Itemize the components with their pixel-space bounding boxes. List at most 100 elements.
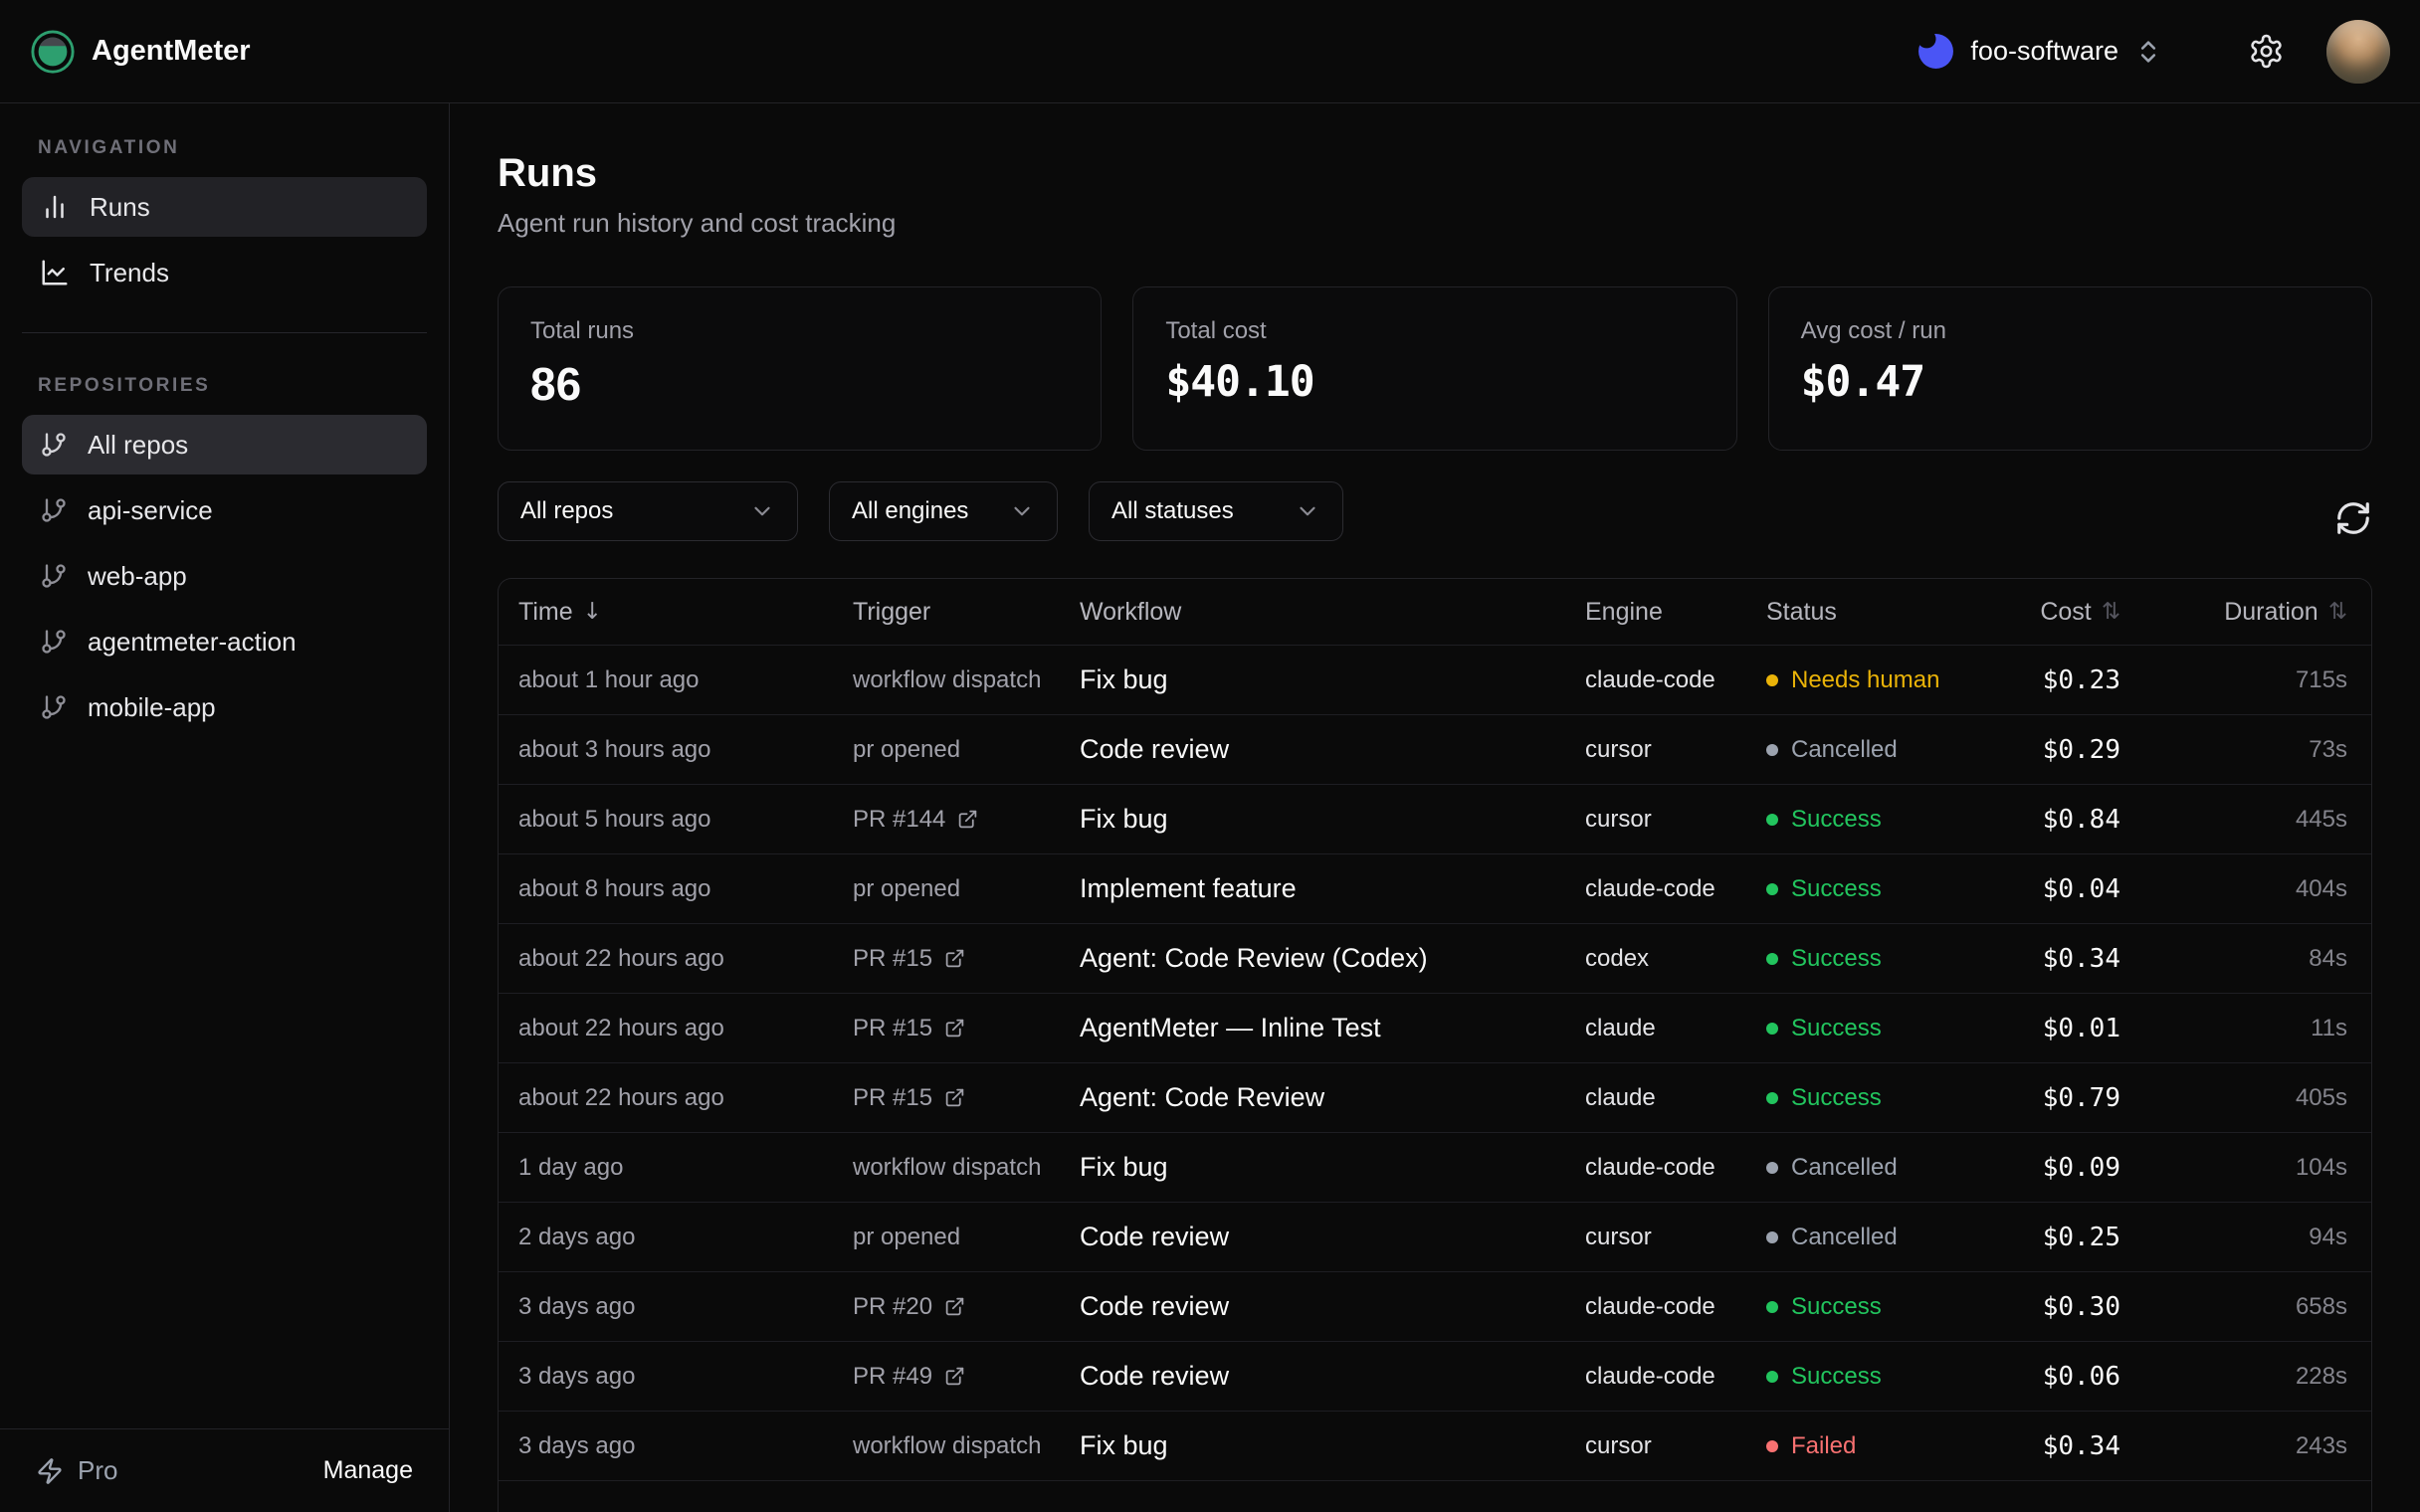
- runs-table: Time↓ Trigger Workflow Engine Status Cos…: [498, 578, 2372, 1512]
- trigger-label: PR #144: [853, 806, 945, 834]
- status-dot: [1766, 1162, 1778, 1174]
- cell-workflow: Fix bug: [1080, 664, 1585, 695]
- cell-status: Cancelled: [1766, 736, 1981, 764]
- sidebar: NAVIGATION Runs Trends REPOSITORIES All …: [0, 103, 450, 1512]
- status-label: Success: [1791, 1015, 1882, 1042]
- stat-value: $0.47: [1801, 357, 2339, 407]
- sidebar-item-label: All repos: [88, 430, 188, 461]
- column-header-trigger: Trigger: [853, 598, 1080, 627]
- chevron-down-icon: [1009, 498, 1035, 524]
- table-row[interactable]: 3 days ago PR #20 Code review claude-cod…: [499, 1271, 2371, 1341]
- topbar-right: foo-software: [1917, 20, 2390, 84]
- settings-button[interactable]: [2248, 33, 2285, 70]
- page-title: Runs: [498, 151, 2372, 196]
- stats-cards: Total runs 86 Total cost $40.10 Avg cost…: [498, 286, 2372, 451]
- chevrons-up-down-icon: [2134, 38, 2162, 66]
- sidebar-item-mobile-app[interactable]: mobile-app: [22, 677, 427, 737]
- cell-workflow: Agent: Code Review: [1080, 1082, 1585, 1113]
- table-row[interactable]: about 1 hour ago workflow dispatch Fix b…: [499, 645, 2371, 714]
- app-title: AgentMeter: [92, 35, 251, 68]
- status-label: Cancelled: [1791, 1224, 1898, 1251]
- cell-engine: claude-code: [1585, 666, 1766, 694]
- cell-workflow: Code review: [1080, 1291, 1585, 1322]
- repos-section-label: REPOSITORIES: [38, 375, 427, 397]
- trigger-label: PR #15: [853, 945, 932, 973]
- stat-label: Avg cost / run: [1801, 317, 2339, 345]
- line-chart-icon: [40, 258, 70, 287]
- cell-status: Failed: [1766, 1432, 1981, 1460]
- cell-status: Cancelled: [1766, 1154, 1981, 1182]
- cell-duration: 104s: [2120, 1154, 2347, 1182]
- cell-trigger[interactable]: PR #15: [853, 1084, 1080, 1112]
- cell-trigger[interactable]: pr opened: [853, 736, 1080, 764]
- cell-cost: $0.34: [1981, 944, 2120, 974]
- cell-trigger[interactable]: workflow dispatch: [853, 1432, 1080, 1460]
- org-name: foo-software: [1970, 36, 2118, 67]
- table-row[interactable]: about 5 hours ago PR #144 Fix bug cursor…: [499, 784, 2371, 853]
- cell-trigger[interactable]: PR #144: [853, 806, 1080, 834]
- stat-label: Total runs: [530, 317, 1069, 345]
- cell-trigger[interactable]: PR #20: [853, 1293, 1080, 1321]
- cell-workflow: AgentMeter — Inline Test: [1080, 1013, 1585, 1043]
- sidebar-item-label: Runs: [90, 192, 150, 223]
- cell-engine: cursor: [1585, 1432, 1766, 1460]
- status-dot: [1766, 1301, 1778, 1313]
- cell-trigger[interactable]: workflow dispatch: [853, 666, 1080, 694]
- cell-status: Success: [1766, 1084, 1981, 1112]
- sort-both-icon: ⇅: [2328, 599, 2347, 625]
- engine-filter-select[interactable]: All engines: [829, 481, 1058, 541]
- org-selector[interactable]: foo-software: [1917, 33, 2162, 70]
- sidebar-item-web-app[interactable]: web-app: [22, 546, 427, 606]
- column-header-duration[interactable]: Duration⇅: [2120, 598, 2347, 627]
- status-label: Success: [1791, 875, 1882, 903]
- sidebar-item-agentmeter-action[interactable]: agentmeter-action: [22, 612, 427, 671]
- cell-workflow: Code review: [1080, 1222, 1585, 1252]
- cell-trigger[interactable]: pr opened: [853, 1224, 1080, 1251]
- cell-time: about 8 hours ago: [518, 875, 853, 903]
- cell-cost: $0.01: [1981, 1014, 2120, 1043]
- cell-trigger[interactable]: workflow dispatch: [853, 1154, 1080, 1182]
- cell-trigger[interactable]: PR #49: [853, 1363, 1080, 1391]
- status-filter-select[interactable]: All statuses: [1089, 481, 1343, 541]
- status-label: Success: [1791, 1293, 1882, 1321]
- cell-duration: 228s: [2120, 1363, 2347, 1391]
- cell-time: about 22 hours ago: [518, 1015, 853, 1042]
- column-header-time[interactable]: Time↓: [518, 598, 853, 627]
- table-row[interactable]: about 8 hours ago pr opened Implement fe…: [499, 853, 2371, 923]
- chevron-down-icon: [1295, 498, 1320, 524]
- sidebar-item-trends[interactable]: Trends: [22, 243, 427, 302]
- cell-status: Success: [1766, 1015, 1981, 1042]
- cell-trigger[interactable]: PR #15: [853, 1015, 1080, 1042]
- table-row[interactable]: 3 days ago PR #49 Code review claude-cod…: [499, 1341, 2371, 1411]
- table-row[interactable]: about 22 hours ago PR #15 Agent: Code Re…: [499, 923, 2371, 993]
- sidebar-item-runs[interactable]: Runs: [22, 177, 427, 237]
- status-filter-value: All statuses: [1111, 497, 1234, 525]
- sidebar-item-all-repos[interactable]: All repos: [22, 415, 427, 474]
- repo-filter-select[interactable]: All repos: [498, 481, 798, 541]
- table-row[interactable]: about 22 hours ago PR #15 Agent: Code Re…: [499, 1062, 2371, 1132]
- stat-value: $40.10: [1165, 357, 1704, 407]
- column-header-cost[interactable]: Cost⇅: [1981, 598, 2120, 627]
- cell-time: 3 days ago: [518, 1293, 853, 1321]
- cell-trigger[interactable]: PR #15: [853, 945, 1080, 973]
- cell-status: Cancelled: [1766, 1224, 1981, 1251]
- cell-duration: 715s: [2120, 666, 2347, 694]
- brand: AgentMeter: [30, 29, 251, 75]
- cell-time: 3 days ago: [518, 1432, 853, 1460]
- cell-cost: $0.30: [1981, 1292, 2120, 1322]
- table-row[interactable]: 1 day ago workflow dispatch Fix bug clau…: [499, 1132, 2371, 1202]
- topbar: AgentMeter foo-software: [0, 0, 2420, 103]
- cell-engine: claude-code: [1585, 875, 1766, 903]
- table-row[interactable]: about 22 hours ago PR #15 AgentMeter — I…: [499, 993, 2371, 1062]
- manage-button[interactable]: Manage: [323, 1456, 413, 1485]
- sidebar-item-api-service[interactable]: api-service: [22, 480, 427, 540]
- table-row[interactable]: 3 days ago workflow dispatch Fix bug cur…: [499, 1411, 2371, 1480]
- table-row[interactable]: about 3 hours ago pr opened Code review …: [499, 714, 2371, 784]
- trigger-label: workflow dispatch: [853, 666, 1041, 694]
- refresh-button[interactable]: [2334, 499, 2372, 537]
- external-link-icon: [944, 948, 965, 969]
- table-row[interactable]: 2 days ago pr opened Code review cursor …: [499, 1202, 2371, 1271]
- avatar[interactable]: [2326, 20, 2390, 84]
- cell-trigger[interactable]: pr opened: [853, 875, 1080, 903]
- cell-time: about 3 hours ago: [518, 736, 853, 764]
